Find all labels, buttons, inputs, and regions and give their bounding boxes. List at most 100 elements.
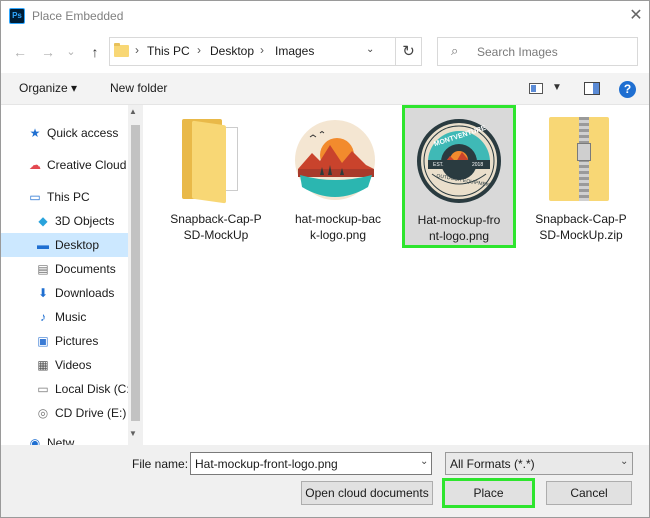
file-name-line: Snapback-Cap-P (535, 212, 627, 226)
address-dropdown-icon[interactable]: ⌄ (366, 44, 374, 55)
search-icon: ⌕ (451, 43, 459, 58)
scroll-down-icon[interactable]: ▼ (129, 429, 137, 438)
file-name-line: Hat-mockup-fro (417, 213, 501, 227)
document-icon: ▤ (37, 262, 49, 276)
sidebar-item-desktop[interactable]: ▬ Desktop (1, 233, 128, 257)
sidebar-item-label: Pictures (55, 334, 99, 348)
sidebar-item-pictures[interactable]: ▣ Pictures (1, 329, 128, 353)
organize-button[interactable]: Organize ▾ (19, 81, 77, 95)
file-name-line: nt-logo.png (428, 229, 490, 243)
navigation-pane: ★ Quick access ☁ Creative Cloud ▭ This PC ◆ 3D … (1, 105, 143, 445)
title-bar: Ps Place Embedded ✕ (1, 1, 649, 32)
search-box[interactable]: ⌕ Search Images (437, 37, 638, 66)
sidebar-item-netw[interactable]: ◉ Netw... (1, 431, 128, 445)
sidebar-item-label: Quick access (47, 126, 119, 140)
sidebar-item-quick-access[interactable]: ★ Quick access (1, 121, 128, 145)
sidebar-item-documents[interactable]: ▤ Documents (1, 257, 128, 281)
help-icon[interactable]: ? (619, 81, 636, 98)
back-arrow-icon[interactable]: ← (10, 42, 30, 62)
sidebar-item-label: Netw... (47, 436, 84, 445)
file-name-field[interactable]: Hat-mockup-front-logo.png ⌄ (190, 452, 432, 475)
desktop-icon: ▬ (37, 238, 49, 252)
video-icon: ▦ (37, 358, 49, 372)
sidebar-item-label: 3D Objects (55, 214, 115, 228)
sidebar-item-3d-objects[interactable]: ◆ 3D Objects (1, 209, 128, 233)
pictures-icon: ▣ (37, 334, 49, 348)
address-bar[interactable]: › This PC › Desktop › Images ⌄ (109, 37, 422, 66)
sidebar-item-cd-drive-e[interactable]: ◎ CD Drive (E:) (1, 401, 128, 425)
file-name-line: SD-MockUp.zip (539, 228, 623, 242)
file-name-line: SD-MockUp (183, 228, 249, 242)
disk-icon: ▭ (37, 382, 49, 396)
sidebar-item-creative-cloud[interactable]: ☁ Creative Cloud (1, 153, 128, 177)
breadcrumb-this-pc[interactable]: This PC (147, 44, 190, 58)
change-view-icon[interactable] (529, 83, 543, 94)
breadcrumb-separator[interactable]: › (260, 43, 264, 57)
sidebar-item-label: Downloads (55, 286, 115, 300)
cd-icon: ◎ (37, 406, 49, 420)
recent-locations-chevron-icon[interactable]: ⌄ (61, 42, 81, 62)
cancel-button[interactable]: Cancel (546, 481, 632, 505)
music-icon: ♪ (40, 310, 46, 324)
up-arrow-icon[interactable]: ↑ (85, 42, 105, 62)
zip-folder-icon (549, 117, 613, 203)
computer-icon: ▭ (29, 190, 41, 204)
file-name-dropdown-icon[interactable]: ⌄ (420, 456, 428, 467)
scroll-up-icon[interactable]: ▲ (129, 107, 137, 116)
folder-icon (182, 119, 246, 204)
sidebar-item-local-disk-c[interactable]: ▭ Local Disk (C: (1, 377, 130, 401)
close-icon[interactable]: ✕ (625, 5, 647, 27)
file-name-line: hat-mockup-bac (294, 212, 382, 226)
refresh-icon[interactable]: ↻ (395, 37, 422, 66)
sidebar-item-label: Creative Cloud (47, 158, 127, 172)
file-name-line: Snapback-Cap-P (170, 212, 262, 226)
place-button[interactable]: Place (442, 478, 535, 508)
breadcrumb-images[interactable]: Images (275, 44, 314, 58)
breadcrumb-separator[interactable]: › (135, 43, 139, 57)
star-icon: ★ (29, 126, 41, 140)
command-bar: Organize ▾ New folder ▼ ? (1, 73, 649, 105)
cube-icon: ◆ (38, 214, 48, 228)
sidebar-item-label: CD Drive (E:) (55, 406, 127, 420)
file-item-folder[interactable]: Snapback-Cap-P SD-MockUp (162, 105, 270, 245)
folder-icon (114, 43, 129, 57)
network-icon: ◉ (29, 436, 41, 445)
montventure-logo-icon: MONTVENTURE EST. 2018 OUTDOOR EQUIPMENT (414, 116, 504, 206)
creative-cloud-icon: ☁ (29, 158, 41, 172)
sidebar-item-label: This PC (47, 190, 90, 204)
sidebar-item-label: Music (55, 310, 87, 324)
sidebar-item-downloads[interactable]: ⬇ Downloads (1, 281, 128, 305)
sidebar-item-label: Desktop (55, 238, 100, 252)
new-folder-button[interactable]: New folder (110, 81, 167, 95)
sidebar-item-label: Documents (55, 262, 116, 276)
open-cloud-documents-button[interactable]: Open cloud documents (301, 481, 433, 505)
logo-year-text: 2018 (472, 162, 484, 168)
dialog-window: Ps Place Embedded ✕ ← → ⌄ ↑ › This PC › … (0, 0, 650, 518)
sidebar-item-music[interactable]: ♪ Music (1, 305, 128, 329)
file-format-value[interactable]: All Formats (*.*) (450, 457, 535, 471)
breadcrumb-separator[interactable]: › (197, 43, 201, 57)
breadcrumb-desktop[interactable]: Desktop (210, 44, 254, 58)
sidebar-item-label: Videos (55, 358, 92, 372)
sidebar-item-label: Local Disk (C: (55, 382, 130, 396)
sidebar-scroll-thumb[interactable] (131, 125, 140, 421)
file-item-zip[interactable]: Snapback-Cap-P SD-MockUp.zip (527, 105, 635, 245)
format-dropdown-icon[interactable]: ⌄ (620, 456, 628, 467)
logo-est-text: EST. (433, 162, 444, 168)
file-name-line: k-logo.png (309, 228, 367, 242)
sidebar-item-this-pc[interactable]: ▭ This PC (1, 185, 128, 209)
window-title: Place Embedded (32, 9, 124, 23)
file-format-select[interactable]: All Formats (*.*) ⌄ (445, 452, 633, 475)
preview-pane-icon[interactable] (584, 82, 600, 95)
sidebar-item-videos[interactable]: ▦ Videos (1, 353, 128, 377)
file-item-image[interactable]: hat-mockup-bac k-logo.png (284, 105, 392, 245)
sunset-logo-icon (290, 115, 380, 205)
file-name-label: File name: (132, 457, 189, 471)
file-item-image-selected[interactable]: MONTVENTURE EST. 2018 OUTDOOR EQUIPMENT … (402, 105, 516, 248)
download-icon: ⬇ (37, 286, 49, 300)
view-options-dropdown-icon[interactable]: ▼ (552, 82, 562, 93)
forward-arrow-icon[interactable]: → (38, 42, 58, 62)
search-placeholder[interactable]: Search Images (477, 45, 558, 59)
photoshop-icon: Ps (9, 8, 25, 24)
file-name-value[interactable]: Hat-mockup-front-logo.png (195, 457, 338, 471)
